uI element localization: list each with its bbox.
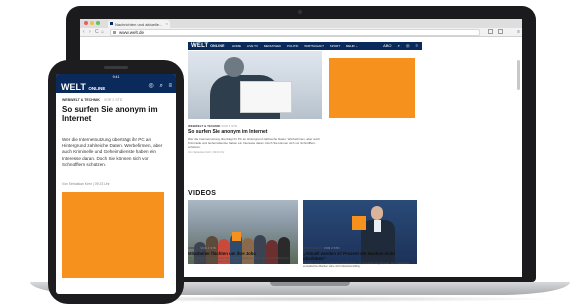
phone-article-kicker: WEBWELT & TECHNIK VOR 2 STD: [62, 98, 123, 102]
video-1-headline[interactable]: Mitarbeiter flüchten um ihre Jobs: [188, 251, 256, 256]
phone-speaker: [104, 66, 128, 69]
phone-article-byline: Von Sebastian Kehr | 09:23 Uhr: [62, 182, 110, 186]
nav-right-tools: ABO ⌕ ◎ ≡: [378, 43, 418, 48]
phone-article-teaser: Wer die Internetnutzung überträgt ihr PC…: [62, 137, 163, 167]
account-icon[interactable]: ◎: [406, 43, 410, 48]
nav-item-wirtschaft[interactable]: WIRTSCHAFT: [304, 44, 324, 48]
hero-laptop-graphic: [240, 81, 292, 113]
laptop-camera: [298, 10, 302, 14]
address-bar[interactable]: www.welt.de: [110, 29, 480, 36]
phone-account-icon[interactable]: ◎: [149, 83, 154, 89]
main-nav: HOME LIVE TV MEDIATHEK POLITIK WIRTSCHAF…: [232, 44, 363, 48]
phone-menu-icon[interactable]: ≡: [168, 83, 172, 89]
video-2-kicker: WIRTSCHAFT VOR 2 STD: [303, 246, 340, 250]
video-2-teaser: Die EZB sieht den europäischen Bankensek…: [303, 262, 410, 269]
phone-article-title[interactable]: So surfen Sie anonym im Internet: [62, 105, 170, 123]
tab-close-icon[interactable]: ×: [166, 21, 168, 26]
anchor-head: [371, 206, 383, 220]
device-mockup-scene: Nachrichten und aktuelle... × ‹ › C ⌂ ww…: [0, 0, 577, 308]
nav-item-sport[interactable]: SPORT: [330, 44, 340, 48]
video-1-teaser: Der religiöse Vorgesetzte fordert die Ko…: [188, 257, 292, 264]
nav-item-live-tv[interactable]: LIVE TV: [247, 44, 258, 48]
videos-heading: VIDEOS: [188, 190, 217, 197]
search-icon[interactable]: ⌕: [398, 43, 400, 48]
browser-menu-icon[interactable]: ≡: [517, 29, 520, 35]
phone-welt-navbar: WELT ONLINE ◎ ⌕ ≡: [56, 80, 176, 93]
ad-placeholder-video[interactable]: [352, 216, 366, 230]
phone-ad-placeholder[interactable]: [62, 192, 164, 278]
nav-item-politik[interactable]: POLITIK: [287, 44, 299, 48]
browser-tab[interactable]: Nachrichten und aktuelle... ×: [108, 20, 170, 28]
phone-screen: 9:41 WELT ONLINE ◎ ⌕ ≡ WEBWELT & TECHNIK…: [56, 74, 176, 294]
extension-icon[interactable]: [498, 29, 503, 34]
browser-toolbar: ‹ › C ⌂ www.welt.de ≡: [80, 28, 522, 37]
tab-title: Nachrichten und aktuelle...: [115, 22, 163, 27]
nav-item-mehr[interactable]: MEHR ⌄: [346, 44, 358, 48]
phone-search-icon[interactable]: ⌕: [159, 83, 162, 89]
page-info-icon[interactable]: [113, 31, 116, 34]
page-scrollbar[interactable]: [517, 60, 520, 90]
hero-person-head: [224, 57, 244, 77]
url-text: www.welt.de: [119, 30, 145, 35]
welt-navbar: WELT ONLINE HOME LIVE TV MEDIATHEK POLIT…: [188, 42, 422, 50]
nav-item-home[interactable]: HOME: [232, 44, 241, 48]
phone-welt-logo[interactable]: WELT ONLINE: [61, 82, 105, 92]
laptop-notch: [270, 282, 350, 286]
reload-icon[interactable]: C: [95, 29, 99, 35]
nav-item-mediathek[interactable]: MEDIATHEK: [264, 44, 281, 48]
back-icon[interactable]: ‹: [83, 29, 85, 35]
article-kicker: WEBWELT & TECHNIK VOR 2 STD: [188, 124, 238, 128]
menu-icon[interactable]: ≡: [416, 43, 418, 48]
forward-icon[interactable]: ›: [89, 29, 91, 35]
minimize-window-icon[interactable]: [90, 21, 94, 25]
video-2-headline[interactable]: „Aktuell würden 47 Prozent der Banken ni…: [303, 251, 417, 261]
article-hero-image[interactable]: [188, 51, 322, 119]
maximize-window-icon[interactable]: [96, 21, 100, 25]
video-1-kicker: KIRCHE VOR 4 STD: [188, 246, 217, 250]
anchor-shirt: [374, 220, 381, 232]
phone-nav-icons: ◎ ⌕ ≡: [145, 82, 172, 90]
welt-logo[interactable]: WELT ONLINE: [191, 43, 225, 49]
article-teaser: Wer die Internetnutzung überträgt ihr PC…: [188, 137, 320, 149]
ad-placeholder-small[interactable]: [232, 232, 241, 241]
article-headline[interactable]: So surfen Sie anonym im Internet: [188, 129, 267, 135]
abo-link[interactable]: ABO: [383, 43, 391, 48]
ad-placeholder-top[interactable]: [328, 57, 416, 119]
smartphone: 9:41 WELT ONLINE ◎ ⌕ ≡ WEBWELT & TECHNIK…: [48, 60, 184, 304]
article-byline: Von Sebastian Kehr | 09:23 Uhr: [188, 151, 225, 154]
browser-tab-bar: Nachrichten und aktuelle... ×: [80, 19, 522, 28]
welt-favicon-icon: [110, 22, 113, 25]
home-icon[interactable]: ⌂: [101, 29, 104, 35]
bookmark-icon[interactable]: [488, 29, 493, 34]
close-window-icon[interactable]: [84, 21, 88, 25]
